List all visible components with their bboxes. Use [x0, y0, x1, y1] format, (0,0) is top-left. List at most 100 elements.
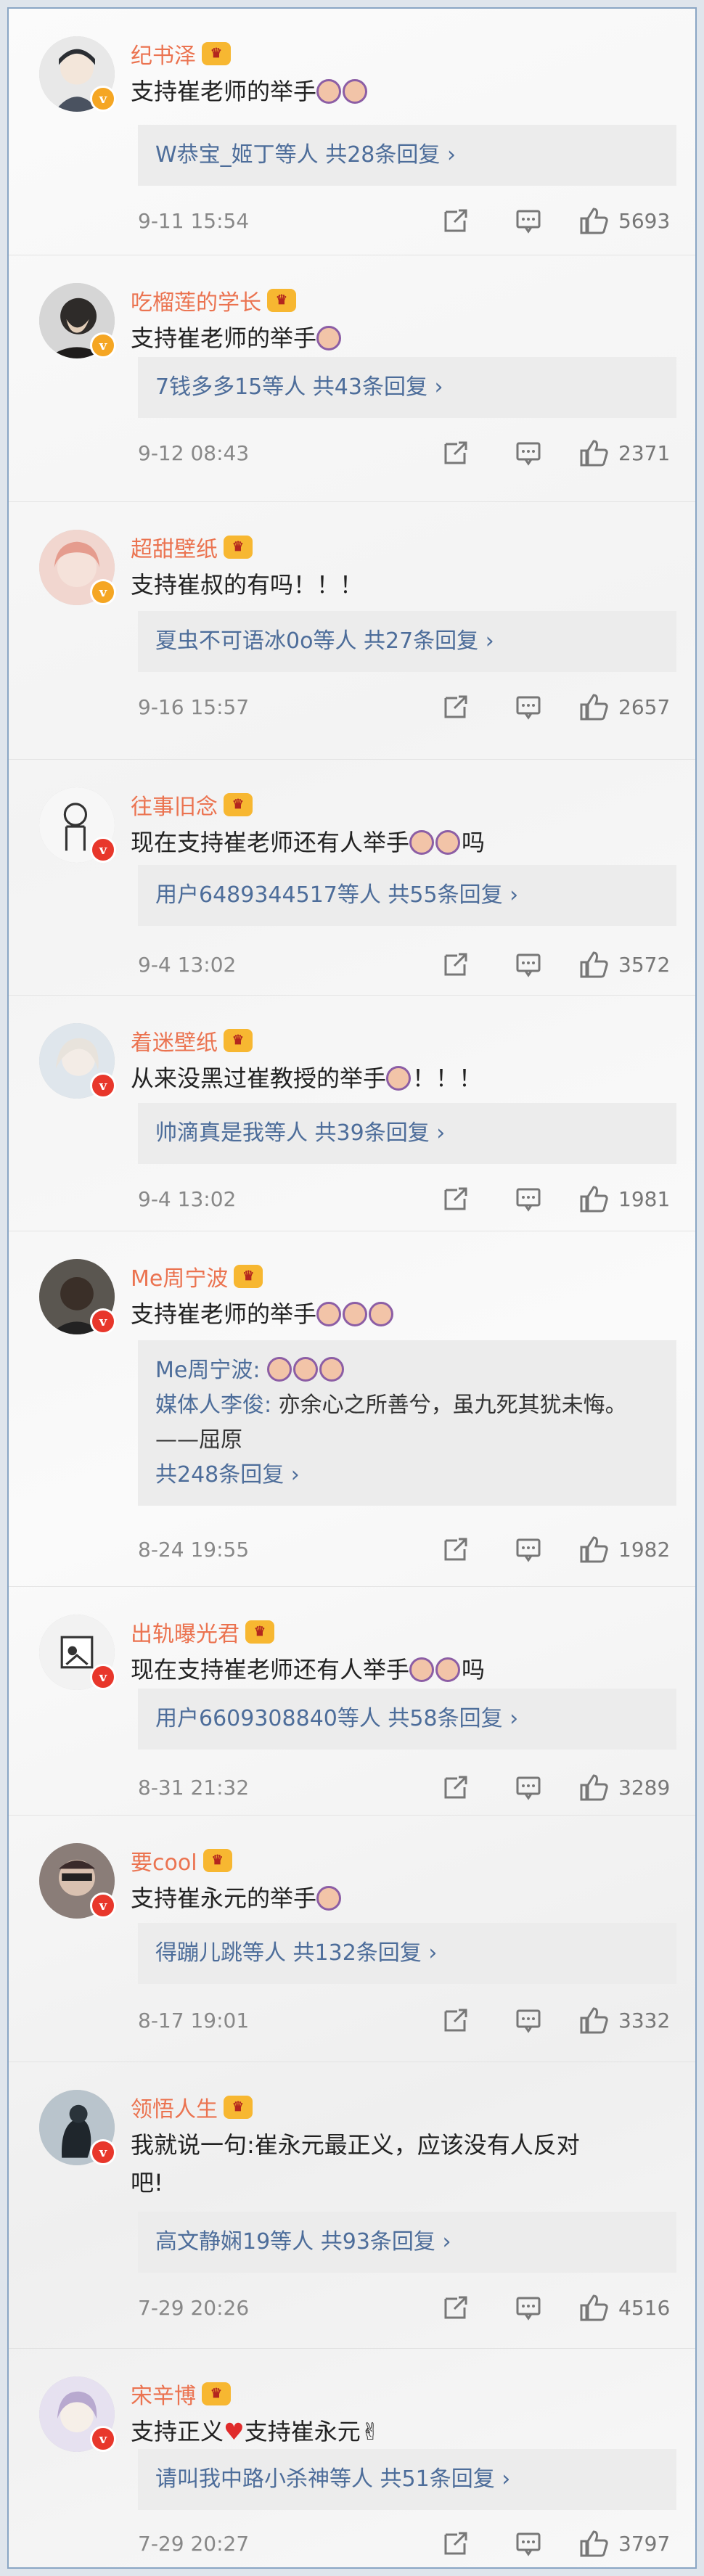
reply-line: 媒体人李俊: 亦余心之所善兮，虽九死其犹未悔。——屈原	[155, 1392, 627, 1453]
thumb-up-icon	[580, 1186, 608, 1213]
comment-icon[interactable]	[507, 950, 550, 979]
reply-summary[interactable]: 帅滴真是我等人 共39条回复 ›	[138, 1103, 676, 1164]
like-button[interactable]: 3332	[579, 2006, 676, 2034]
thumb-up-icon	[580, 951, 608, 978]
reply-thread[interactable]: Me周宁波: 媒体人李俊: 亦余心之所善兮，虽九死其犹未悔。——屈原 共248条…	[138, 1340, 676, 1506]
comment-text: 我就说一句:崔永元最正义，应该没有人反对吧!	[131, 2131, 580, 2196]
comment-text: 现在支持崔老师还有人举手吗	[131, 1656, 486, 1683]
reply-summary[interactable]: W恭宝_姬丁等人 共28条回复 ›	[138, 125, 676, 186]
comment-footer: 9-12 08:43 2371	[138, 438, 676, 467]
thumb-up-icon	[580, 2007, 608, 2034]
comment-username[interactable]: 要cool ♛	[131, 1845, 232, 1876]
comment-footer: 8-31 21:32 3289	[138, 1773, 676, 1802]
comment-username[interactable]: 吃榴莲的学长 ♛	[131, 284, 296, 316]
comment-text: 支持崔老师的举手	[131, 319, 653, 357]
comment-username[interactable]: 纪书泽 ♛	[131, 38, 231, 70]
comment-icon[interactable]	[507, 2006, 550, 2035]
thumb-up-icon	[580, 208, 608, 234]
comment-footer: 7-29 20:27 3797	[138, 2529, 676, 2558]
comment-icon[interactable]	[507, 1773, 550, 1802]
comment-text: 支持崔叔的有吗！！！	[131, 571, 364, 599]
comment-footer: 9-4 13:02 1981	[138, 1184, 676, 1213]
forward-icon[interactable]	[434, 438, 478, 467]
forward-icon[interactable]	[434, 1773, 478, 1802]
crown-vip-icon: ♛	[202, 1849, 232, 1872]
comment-username[interactable]: 往事旧念 ♛	[131, 789, 253, 821]
reply-summary[interactable]: 用户6489344517等人 共55条回复 ›	[138, 865, 676, 926]
forward-icon[interactable]	[434, 1535, 478, 1564]
comment-time: 9-4 13:02	[138, 952, 237, 977]
raised-hand-emoji-icon	[316, 326, 342, 350]
comment-icon[interactable]	[507, 438, 550, 467]
raised-hand-emoji-icon	[409, 1657, 435, 1682]
forward-icon[interactable]	[434, 950, 478, 979]
like-button[interactable]: 5693	[579, 207, 676, 234]
reply-summary[interactable]: 高文静娴19等人 共93条回复 ›	[138, 2212, 676, 2273]
reply-total-link[interactable]: 共248条回复 ›	[155, 1458, 659, 1493]
forward-icon[interactable]	[434, 2293, 478, 2322]
reply-summary[interactable]: 7钱多多15等人 共43条回复 ›	[138, 357, 676, 418]
comment-footer: 9-16 15:57 2657	[138, 692, 676, 721]
comment-item: v 着迷壁纸 ♛ 从来没黑过崔教授的举手！！！ 帅滴真是我等人 共39条回复 › …	[9, 996, 695, 1231]
comment-footer: 7-29 20:26 4516	[138, 2293, 676, 2322]
reply-summary[interactable]: 得蹦儿跳等人 共132条回复 ›	[138, 1923, 676, 1984]
verified-v-icon: v	[90, 2426, 116, 2452]
forward-icon[interactable]	[434, 2529, 478, 2558]
comment-text: 从来没黑过崔教授的举手！！！	[131, 1065, 483, 1092]
heart-icon: ♥	[224, 2418, 245, 2445]
comment-time: 8-17 19:01	[138, 2008, 250, 2033]
forward-icon[interactable]	[434, 206, 478, 235]
thumb-up-icon	[580, 2294, 608, 2321]
comment-username[interactable]: 超甜壁纸 ♛	[131, 531, 253, 563]
raised-hand-emoji-icon	[343, 79, 368, 104]
comment-time: 7-29 20:27	[138, 2531, 250, 2556]
crown-vip-icon: ♛	[234, 1265, 263, 1288]
comment-username[interactable]: 出轨曝光君 ♛	[131, 1616, 274, 1648]
thumb-up-icon	[580, 1536, 608, 1563]
comment-icon[interactable]	[507, 2293, 550, 2322]
verified-v-icon: v	[90, 579, 116, 605]
thumb-up-icon	[580, 1774, 608, 1801]
like-button[interactable]: 1981	[579, 1185, 676, 1213]
comment-icon[interactable]	[507, 206, 550, 235]
crown-vip-icon: ♛	[224, 793, 253, 816]
raised-hand-emoji-icon	[316, 79, 342, 104]
like-button[interactable]: 4516	[579, 2294, 676, 2321]
forward-icon[interactable]	[434, 692, 478, 721]
comment-time: 9-11 15:54	[138, 208, 250, 233]
comment-text: 支持崔老师的举手	[131, 73, 653, 110]
forward-icon[interactable]	[434, 1184, 478, 1213]
comment-username[interactable]: Me周宁波 ♛	[131, 1260, 263, 1292]
like-button[interactable]: 1982	[579, 1535, 676, 1563]
like-button[interactable]: 3572	[579, 951, 676, 978]
like-button[interactable]: 2371	[579, 439, 676, 467]
raised-hand-emoji-icon	[316, 1302, 342, 1326]
comment-username[interactable]: 宋辛博 ♛	[131, 2378, 231, 2410]
comment-text: 支持崔永元的举手	[131, 1879, 653, 1917]
verified-v-icon: v	[90, 837, 116, 863]
comment-icon[interactable]	[507, 2529, 550, 2558]
comment-icon[interactable]	[507, 692, 550, 721]
comment-item: v 宋辛博 ♛ 支持正义♥支持崔永元✌ 请叫我中路小杀神等人 共51条回复 › 7…	[9, 2349, 695, 2567]
like-button[interactable]: 3797	[579, 2530, 676, 2557]
reply-summary[interactable]: 用户6609308840等人 共58条回复 ›	[138, 1689, 676, 1750]
reply-summary[interactable]: 请叫我中路小杀神等人 共51条回复 ›	[138, 2449, 676, 2510]
comment-item: v Me周宁波 ♛ 支持崔老师的举手 Me周宁波: 媒体人李俊: 亦余心之所善兮，…	[9, 1231, 695, 1587]
comment-item: v 要cool ♛ 支持崔永元的举手 得蹦儿跳等人 共132条回复 › 8-17 …	[9, 1816, 695, 2062]
like-button[interactable]: 2657	[579, 693, 676, 721]
comment-footer: 8-17 19:01 3332	[138, 2006, 676, 2035]
comment-item: v 吃榴莲的学长 ♛ 支持崔老师的举手 7钱多多15等人 共43条回复 › 9-1…	[9, 255, 695, 502]
crown-vip-icon: ♛	[267, 289, 296, 312]
comment-icon[interactable]	[507, 1184, 550, 1213]
comment-footer: 8-24 19:55 1982	[138, 1535, 676, 1564]
crown-vip-icon: ♛	[202, 2382, 231, 2405]
comment-icon[interactable]	[507, 1535, 550, 1564]
forward-icon[interactable]	[434, 2006, 478, 2035]
comment-time: 8-31 21:32	[138, 1775, 250, 1800]
comment-username[interactable]: 着迷壁纸 ♛	[131, 1025, 253, 1057]
comment-username[interactable]: 领悟人生 ♛	[131, 2091, 253, 2123]
reply-summary[interactable]: 夏虫不可语冰0o等人 共27条回复 ›	[138, 611, 676, 672]
comment-item: v 出轨曝光君 ♛ 现在支持崔老师还有人举手吗 用户6609308840等人 共5…	[9, 1587, 695, 1816]
like-button[interactable]: 3289	[579, 1773, 676, 1801]
crown-vip-icon: ♛	[202, 42, 231, 65]
